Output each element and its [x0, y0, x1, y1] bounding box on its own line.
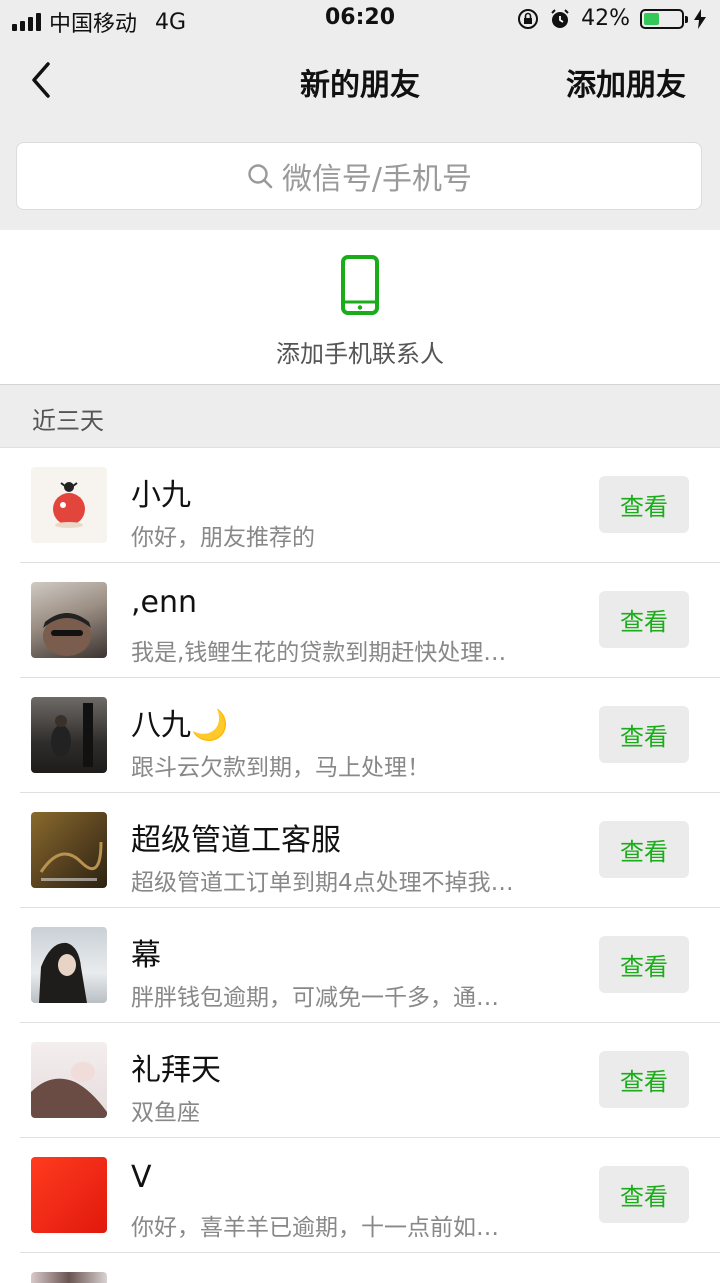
avatar-image: [39, 841, 103, 881]
avatar: [31, 1042, 107, 1118]
status-bar: 中国移动 4G 06:20 42%: [0, 0, 720, 40]
avatar: [31, 467, 107, 543]
friend-message: 跟斗云欠款到期，马上处理！: [131, 755, 430, 781]
mobile-phone-icon: [341, 255, 379, 315]
avatar: [31, 1157, 107, 1233]
avatar: [31, 582, 107, 658]
avatar-image: [31, 1062, 107, 1118]
friend-name: 八九🌙: [131, 708, 229, 743]
friend-name: ,enn: [131, 585, 198, 620]
friend-message: 胖胖钱包逾期，可减免一千多，通…: [131, 985, 499, 1011]
add-friend-button[interactable]: 添加朋友: [566, 60, 686, 104]
avatar: [31, 927, 107, 1003]
search-icon: [248, 164, 273, 189]
friend-message: 超级管道工订单到期4点处理不掉我…: [131, 870, 514, 896]
alarm-icon: [551, 8, 569, 28]
section-header: 近三天: [0, 385, 720, 448]
friend-message: 双鱼座: [131, 1100, 200, 1126]
view-button[interactable]: 查看: [599, 1051, 689, 1108]
charging-icon: [694, 8, 706, 29]
friend-message: 我是,钱鲤生花的贷款到期赶快处理…: [131, 640, 507, 666]
avatar-image: [51, 703, 93, 767]
friend-name: 礼拜天: [131, 1053, 221, 1088]
list-item[interactable]: 小九 你好，朋友推荐的 查看: [0, 448, 720, 563]
friend-name: 超级管道工客服: [131, 823, 341, 858]
friend-name: 幕: [131, 938, 161, 973]
battery-fill: [644, 12, 659, 25]
avatar-image: [39, 942, 87, 1003]
list-item[interactable]: ,enn 我是,钱鲤生花的贷款到期赶快处理… 查看: [0, 563, 720, 678]
rotation-lock-icon: [518, 8, 539, 29]
search-placeholder: 微信号/手机号: [281, 162, 473, 197]
back-button[interactable]: [24, 58, 64, 102]
add-phone-contacts-label: 添加手机联系人: [276, 340, 444, 368]
friend-message: 你好，喜羊羊已逾期，十一点前如…: [131, 1215, 499, 1241]
list-item[interactable]: V 你好，喜羊羊已逾期，十一点前如… 查看: [0, 1138, 720, 1253]
battery-icon: [640, 8, 688, 29]
list-item[interactable]: 超级管道工客服 超级管道工订单到期4点处理不掉我… 查看: [0, 793, 720, 908]
section-title: 近三天: [32, 407, 104, 435]
list-item[interactable]: [0, 1253, 720, 1283]
friend-message: 你好，朋友推荐的: [131, 525, 315, 551]
avatar: [31, 1272, 107, 1283]
friend-request-list: 小九 你好，朋友推荐的 查看 ,enn 我是,钱鲤生花的贷款到期赶快处理… 查看…: [0, 448, 720, 1283]
view-button[interactable]: 查看: [599, 821, 689, 878]
view-button[interactable]: 查看: [599, 936, 689, 993]
avatar: [31, 697, 107, 773]
back-chevron-icon: [32, 62, 50, 98]
avatar-image: [43, 613, 91, 656]
avatar: [31, 812, 107, 888]
nav-bar: 新的朋友 添加朋友: [0, 40, 720, 122]
view-button[interactable]: 查看: [599, 706, 689, 763]
list-item[interactable]: 礼拜天 双鱼座 查看: [0, 1023, 720, 1138]
view-button[interactable]: 查看: [599, 476, 689, 533]
list-item[interactable]: 八九🌙 跟斗云欠款到期，马上处理！ 查看: [0, 678, 720, 793]
add-phone-contacts[interactable]: 添加手机联系人: [0, 230, 720, 385]
list-item[interactable]: 幕 胖胖钱包逾期，可减免一千多，通… 查看: [0, 908, 720, 1023]
friend-name: V: [131, 1160, 152, 1195]
friend-name: 小九: [131, 478, 191, 513]
status-right: 42%: [517, 6, 706, 31]
battery-percent: 42%: [581, 6, 630, 31]
view-button[interactable]: 查看: [599, 1166, 689, 1223]
search-input[interactable]: 微信号/手机号: [16, 142, 702, 210]
search-area: 微信号/手机号: [0, 122, 720, 230]
avatar-image: [53, 482, 85, 528]
view-button[interactable]: 查看: [599, 591, 689, 648]
